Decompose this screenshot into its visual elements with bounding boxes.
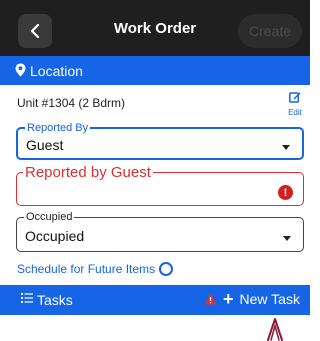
new-task-label: New Task xyxy=(239,291,300,307)
radio-icon[interactable] xyxy=(159,262,174,276)
new-task-button[interactable]: + New Task xyxy=(223,289,300,309)
edit-icon xyxy=(289,92,301,103)
occupied-select[interactable]: Occupied Occupied xyxy=(16,211,304,252)
edit-label: Edit xyxy=(288,108,302,117)
reported-by-select[interactable]: Reported By Guest xyxy=(16,122,304,160)
chevron-down-icon xyxy=(283,236,291,241)
unit-name: Unit #1304 (2 Bdrm) xyxy=(17,96,126,110)
annotation-arrow-icon xyxy=(267,318,283,341)
create-button[interactable]: Create xyxy=(238,14,302,48)
schedule-future-items[interactable]: Schedule for Future Items xyxy=(17,262,174,276)
error-icon: ! xyxy=(278,185,293,200)
occupied-value: Occupied xyxy=(25,228,85,244)
reported-by-label: Reported By xyxy=(25,122,91,135)
warning-icon xyxy=(204,293,217,305)
chevron-down-icon xyxy=(282,145,290,150)
schedule-label: Schedule for Future Items xyxy=(17,262,156,276)
app-header: Work Order Create xyxy=(0,0,310,56)
location-pin-icon xyxy=(15,63,26,77)
reported-by-guest-field[interactable]: Reported by Guest ! xyxy=(16,164,304,206)
edit-button[interactable]: Edit xyxy=(283,90,307,117)
tasks-label: Tasks xyxy=(37,292,73,308)
occupied-label: Occupied xyxy=(24,211,75,224)
plus-icon: + xyxy=(223,289,234,309)
reported-by-guest-label: Reported by Guest xyxy=(23,164,153,181)
list-icon xyxy=(21,293,33,303)
tasks-section-header: Tasks + New Task xyxy=(0,285,310,315)
location-section-header: Location xyxy=(0,56,310,85)
location-label: Location xyxy=(30,63,83,79)
reported-by-value: Guest xyxy=(26,137,64,153)
